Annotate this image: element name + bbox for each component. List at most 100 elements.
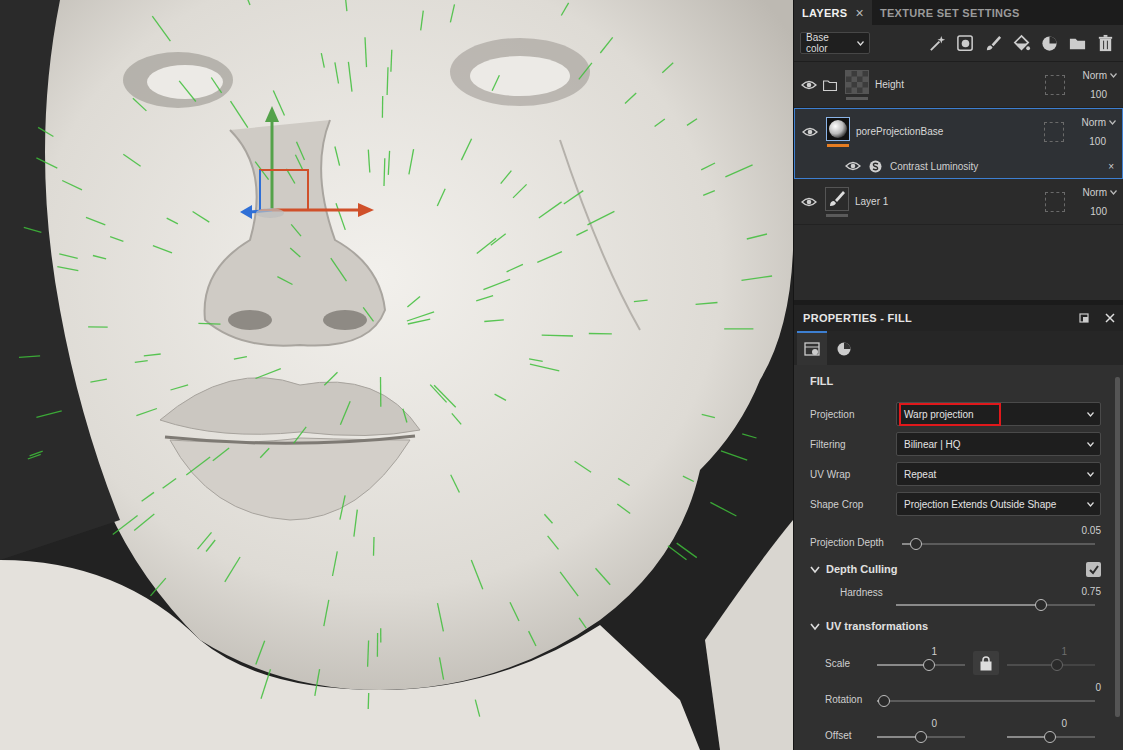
slider-track[interactable] [896, 604, 1095, 606]
pair-gap [971, 641, 1001, 675]
layer-name: Layer 1 [855, 196, 1039, 207]
folder-icon[interactable] [1068, 34, 1087, 53]
smart-material-icon[interactable] [1040, 34, 1059, 53]
lock-button[interactable] [973, 651, 999, 675]
brush-icon[interactable] [984, 34, 1003, 53]
slider-handle[interactable] [1035, 599, 1047, 611]
slider-track[interactable] [877, 736, 965, 738]
expand-arrow-icon [810, 622, 820, 631]
slider-value: 1 [871, 645, 971, 658]
slider-track[interactable] [1007, 736, 1095, 738]
eye-icon[interactable] [802, 126, 818, 138]
layer-row: Layer 1 Norm 100 [794, 179, 1123, 224]
field-label: Scale [825, 658, 871, 669]
slider-handle[interactable] [878, 695, 890, 707]
eye-icon[interactable] [845, 160, 861, 172]
field-label: Shape Crop [810, 499, 896, 510]
slider-value: 1 [1001, 645, 1101, 658]
slider-value: 0.05 [896, 524, 1101, 537]
panel-title: PROPERTIES - FILL [803, 312, 912, 324]
field-label: Projection Depth [810, 537, 896, 548]
dropdown[interactable]: Repeat [896, 462, 1101, 486]
close-icon[interactable] [1105, 313, 1115, 323]
dropdown-row: ProjectionWarp projection [810, 399, 1101, 429]
layer-type-bar [827, 144, 849, 147]
layer-thumbnail [845, 70, 869, 100]
layer-type-bar [826, 214, 848, 217]
slider-handle[interactable] [923, 659, 935, 671]
blend-controls: Norm 100 [1076, 117, 1116, 147]
check-icon [1088, 564, 1100, 575]
fill-settings-icon [804, 341, 820, 357]
slider-track[interactable] [1007, 664, 1095, 666]
gizmo-icon [240, 106, 374, 219]
slider-handle[interactable] [910, 538, 922, 550]
slider-value: 0 [871, 681, 1101, 694]
viewport-3d[interactable] [0, 0, 793, 750]
channel-dropdown[interactable]: Base color [800, 32, 870, 54]
blend-mode: Norm [1083, 70, 1107, 81]
dropdown[interactable]: Warp projection [896, 402, 1101, 426]
slider-fill [896, 604, 1041, 606]
dropdown[interactable]: Bilinear | HQ [896, 432, 1101, 456]
trash-icon[interactable] [1096, 34, 1115, 53]
layer-item[interactable]: Layer 1 Norm 100 [794, 179, 1123, 225]
material-icon [836, 341, 852, 357]
dropdown[interactable]: Projection Extends Outside Shape [896, 492, 1101, 516]
dropdown-row: Shape CropProjection Extends Outside Sha… [810, 489, 1101, 519]
blend-mode-dropdown[interactable]: Norm [1077, 187, 1117, 198]
dropdown-row: UV WrapRepeat [810, 459, 1101, 489]
mask-icon[interactable] [956, 34, 975, 53]
filter-icon [869, 160, 882, 173]
blend-mode: Norm [1083, 187, 1107, 198]
opacity-field[interactable]: 100 [1077, 206, 1117, 217]
properties-tab[interactable] [829, 331, 859, 365]
remove-button[interactable]: × [1108, 161, 1114, 172]
opacity-field[interactable]: 100 [1076, 136, 1116, 147]
slider-track[interactable] [877, 700, 1095, 702]
blend-mode-dropdown[interactable]: Norm [1076, 117, 1116, 128]
dropdown-value: Bilinear | HQ [902, 436, 963, 453]
eye-icon[interactable] [801, 196, 817, 208]
fill-bucket-icon[interactable] [1012, 34, 1031, 53]
panel-tab[interactable]: LAYERS× [794, 0, 872, 25]
close-button[interactable]: × [855, 5, 863, 21]
properties-tab[interactable] [797, 331, 827, 365]
layer-item[interactable]: HeightNorm100 [794, 62, 1123, 108]
effect-row[interactable]: Contrast Luminosity× [795, 154, 1122, 178]
slider-labels: Hardness 0.75 [840, 585, 1101, 598]
scrollbar[interactable] [1115, 377, 1120, 717]
panel-tab[interactable]: TEXTURE SET SETTINGS [872, 0, 1028, 25]
mask-slot [1044, 122, 1064, 142]
popout-icon[interactable] [1079, 313, 1089, 323]
layer-tools [928, 34, 1117, 53]
group-header[interactable]: Depth Culling [810, 555, 1101, 583]
chevron-icon [1087, 442, 1094, 447]
blend-mode-dropdown[interactable]: Norm [1077, 70, 1117, 81]
opacity-field[interactable]: 100 [1077, 89, 1117, 100]
slider-fill [877, 664, 929, 666]
eye-icon[interactable] [801, 79, 817, 91]
field-label: Rotation [825, 694, 871, 705]
dropdown-value: Warp projection [902, 406, 998, 423]
thumbnail [826, 117, 850, 141]
slider-track[interactable] [877, 664, 965, 666]
layer-row: HeightNorm100 [794, 62, 1123, 107]
layer-thumbnail [826, 117, 850, 147]
magic-wand-icon[interactable] [928, 34, 947, 53]
slider-value: 0.75 [1082, 585, 1101, 598]
slider-handle[interactable] [1044, 731, 1056, 743]
checkbox[interactable] [1086, 562, 1101, 577]
group-header[interactable]: UV transformations [810, 612, 1101, 640]
slider: 1 [1001, 645, 1101, 672]
layer-item[interactable]: poreProjectionBase Norm 100 Contrast Lumino… [794, 108, 1123, 179]
slider-track[interactable] [902, 543, 1095, 545]
field-label: Hardness [840, 587, 883, 598]
chevron-icon [1087, 502, 1094, 507]
slider-handle[interactable] [1051, 659, 1063, 671]
slider-value: 0 [1001, 717, 1101, 730]
layer-name: poreProjectionBase [856, 126, 1038, 137]
channel-value: Base color [806, 32, 851, 54]
chevron-icon [1110, 73, 1117, 78]
slider-handle[interactable] [915, 731, 927, 743]
